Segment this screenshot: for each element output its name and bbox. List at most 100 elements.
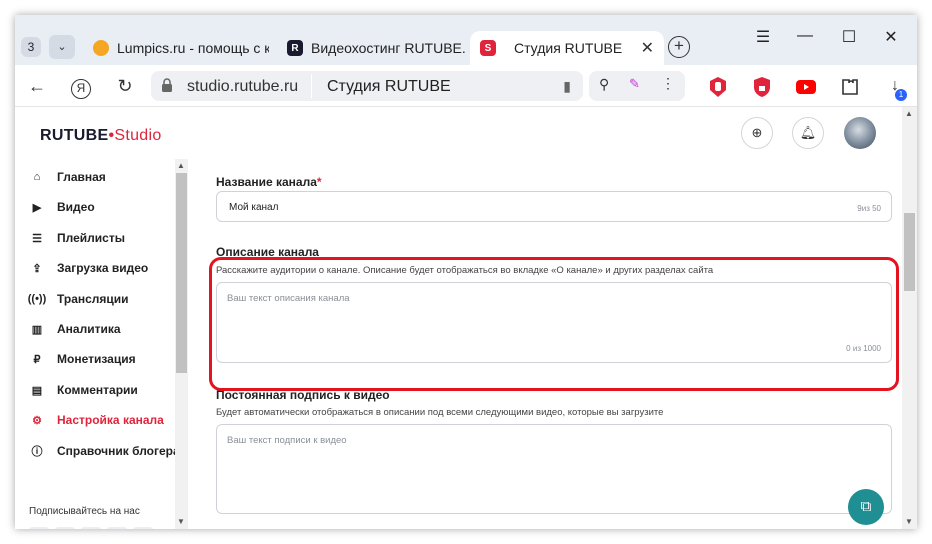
- sidebar-item-label: Плейлисты: [57, 231, 125, 245]
- yandex-icon[interactable]: Я: [69, 74, 93, 99]
- follow-us-text: Подписывайтесь на нас: [29, 506, 140, 517]
- studio-app: RUTUBE•Studio ⊕ 🔔︎ ⌂ Главная ▶ Видео ☰ П…: [15, 107, 917, 529]
- rutube-studio-logo[interactable]: RUTUBE•Studio: [40, 127, 162, 145]
- sidebar-item-label: Загрузка видео: [57, 261, 149, 275]
- social-link-icon[interactable]: [81, 527, 101, 529]
- puzzle-extension-icon[interactable]: [839, 76, 861, 98]
- sidebar-item-analytics[interactable]: ▥ Аналитика: [29, 317, 121, 341]
- channel-name-counter: 9из 50: [857, 204, 881, 213]
- new-tab-plus-icon[interactable]: +: [668, 36, 690, 58]
- address-divider: [311, 74, 312, 98]
- video-signature-textarea[interactable]: Ваш текст подписи к видео: [216, 424, 892, 514]
- tab-strip: 3 ⌄ Lumpics.ru - помощь с кс R Видеохост…: [15, 15, 917, 65]
- minimize-icon[interactable]: —: [795, 27, 815, 45]
- sidebar-item-monetization[interactable]: ₽ Монетизация: [29, 347, 136, 371]
- social-link-icon[interactable]: [107, 527, 127, 529]
- channel-name-input[interactable]: Мой канал 9из 50: [216, 191, 892, 222]
- sidebar-scrollbar[interactable]: ▲ ▼: [175, 159, 188, 529]
- reload-icon[interactable]: ↻: [113, 74, 137, 98]
- shield-lock-icon[interactable]: [751, 76, 773, 98]
- orange-favicon-icon: [93, 40, 109, 56]
- page-title-in-address: Студия RUTUBE: [327, 78, 451, 95]
- scroll-down-icon[interactable]: ▼: [905, 517, 913, 526]
- sidebar-item-label: Трансляции: [57, 292, 129, 306]
- tab-title: Видеохостинг RUTUBE. С: [311, 40, 467, 56]
- scroll-up-icon[interactable]: ▲: [177, 161, 185, 170]
- support-chat-icon[interactable]: ⧉: [848, 489, 884, 525]
- tab-title: Студия RUTUBE: [514, 40, 623, 56]
- channel-name-label: Название канала*: [216, 175, 322, 189]
- sidebar-item-home[interactable]: ⌂ Главная: [29, 165, 106, 189]
- home-icon: ⌂: [33, 171, 41, 183]
- address-bar[interactable]: studio.rutube.ru Студия RUTUBE ▮: [151, 71, 583, 101]
- sidebar-item-comments[interactable]: ▤ Комментарии: [29, 378, 138, 402]
- playlist-icon: ☰: [32, 232, 42, 245]
- lock-icon: [162, 78, 172, 92]
- tab-list-chevron-icon[interactable]: ⌄: [49, 35, 75, 59]
- tab-title: Lumpics.ru - помощь с кс: [117, 40, 269, 56]
- close-tab-icon[interactable]: ✕: [641, 38, 654, 58]
- sidebar-item-label: Монетизация: [57, 352, 136, 366]
- social-link-icon[interactable]: [133, 527, 153, 529]
- sidebar-item-label: Главная: [57, 170, 106, 184]
- studio-favicon-icon: S: [480, 40, 496, 56]
- social-link-icon[interactable]: [29, 527, 49, 529]
- analytics-icon: ▥: [31, 323, 43, 336]
- sidebar-item-channel-settings[interactable]: ⚙ Настройка канала: [29, 408, 164, 432]
- rutube-favicon-icon: R: [287, 40, 303, 56]
- download-badge: 1: [895, 89, 907, 101]
- required-mark: *: [316, 175, 322, 189]
- channel-name-label-text: Название канала: [216, 175, 317, 189]
- tab-rutube-studio[interactable]: S Студия RUTUBE ✕: [470, 31, 664, 65]
- highlight-frame: [209, 257, 899, 391]
- sidebar-item-label: Настройка канала: [57, 413, 164, 427]
- social-links: [29, 527, 153, 529]
- add-video-icon[interactable]: ⊕: [741, 117, 773, 149]
- gear-icon: ⚙: [32, 414, 42, 427]
- browser-window: 3 ⌄ Lumpics.ru - помощь с кс R Видеохост…: [15, 15, 917, 529]
- search-icon[interactable]: ⚲: [599, 76, 609, 93]
- tab-count-badge[interactable]: 3: [21, 37, 41, 57]
- main-scrollbar[interactable]: ▲ ▼: [902, 107, 917, 529]
- navigation-bar: ← Я ↻ studio.rutube.ru Студия RUTUBE ▮ ⚲…: [15, 65, 917, 107]
- back-arrow-icon[interactable]: ←: [25, 74, 49, 98]
- more-vertical-icon[interactable]: ⋮: [661, 75, 675, 92]
- edit-note-icon[interactable]: ✎: [629, 76, 640, 92]
- scroll-down-icon[interactable]: ▼: [177, 517, 185, 526]
- tab-rutube-hosting[interactable]: R Видеохостинг RUTUBE. С: [287, 33, 467, 63]
- sidebar-item-playlists[interactable]: ☰ Плейлисты: [29, 226, 125, 250]
- main-scroll-thumb[interactable]: [904, 213, 915, 291]
- sidebar-item-video[interactable]: ▶ Видео: [29, 195, 95, 219]
- close-window-icon[interactable]: ✕: [881, 27, 901, 47]
- sidebar-item-label: Комментарии: [57, 383, 138, 397]
- sidebar-item-label: Справочник блогера: [57, 444, 180, 458]
- sidebar-item-label: Аналитика: [57, 322, 121, 336]
- sidebar-item-broadcasts[interactable]: ((•)) Трансляции: [27, 287, 129, 311]
- info-icon: ⓘ: [31, 446, 43, 458]
- logo-brand: RUTUBE: [40, 127, 109, 144]
- logo-suffix: Studio: [114, 127, 162, 144]
- video-signature-help: Будет автоматически отображаться в описа…: [216, 407, 664, 418]
- bell-icon[interactable]: 🔔︎: [792, 117, 824, 149]
- video-signature-placeholder: Ваш текст подписи к видео: [227, 435, 347, 446]
- sidebar-item-label: Видео: [57, 200, 95, 214]
- maximize-icon[interactable]: ☐: [839, 27, 859, 47]
- scroll-up-icon[interactable]: ▲: [905, 109, 913, 118]
- address-tools: ⚲ ✎ ⋮: [589, 71, 685, 101]
- channel-name-value: Мой канал: [229, 202, 279, 213]
- adblock-hand-icon[interactable]: [707, 76, 729, 98]
- video-icon: ▶: [32, 201, 42, 214]
- tab-lumpics[interactable]: Lumpics.ru - помощь с кс: [93, 33, 269, 63]
- sidebar: ⌂ Главная ▶ Видео ☰ Плейлисты ⇪ Загрузка…: [15, 159, 187, 529]
- bookmark-icon[interactable]: ▮: [563, 78, 571, 95]
- broadcast-icon: ((•)): [27, 293, 47, 305]
- youtube-icon[interactable]: [795, 76, 817, 98]
- upload-icon: ⇪: [32, 262, 42, 275]
- sidebar-item-upload[interactable]: ⇪ Загрузка видео: [29, 256, 148, 280]
- sidebar-scroll-thumb[interactable]: [176, 173, 187, 373]
- avatar[interactable]: [844, 117, 876, 149]
- social-link-icon[interactable]: [55, 527, 75, 529]
- sidebar-item-blogger-guide[interactable]: ⓘ Справочник блогера: [29, 439, 180, 463]
- menu-icon[interactable]: ☰: [753, 27, 773, 47]
- ruble-icon: ₽: [33, 353, 41, 366]
